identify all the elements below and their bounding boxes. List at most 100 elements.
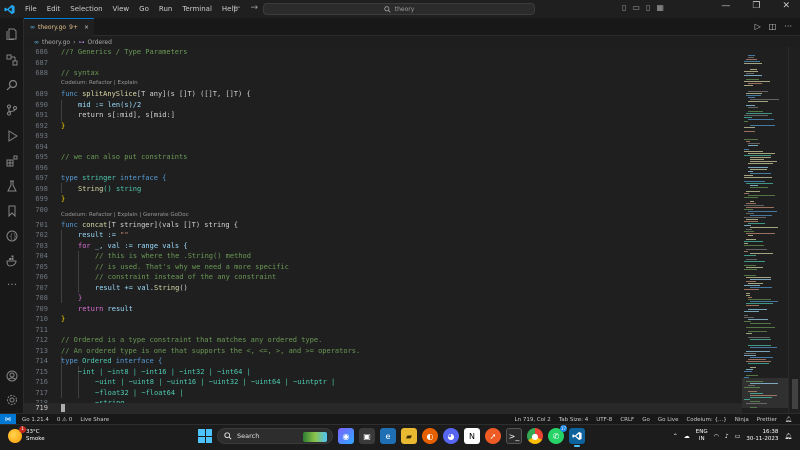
close-tab-icon[interactable]: × [84, 24, 89, 31]
postman-icon[interactable]: ➚ [485, 428, 501, 444]
status-go-live[interactable]: Go Live [658, 417, 679, 423]
status-prettier[interactable]: Prettier [757, 417, 777, 423]
status-bar: ⋈ Go 1.21.4 0 ⚠ 0 Live Share Ln 719, Col… [0, 413, 800, 425]
vertical-scrollbar[interactable] [788, 47, 800, 413]
minimap-line [748, 283, 763, 284]
minimap-line [744, 241, 763, 242]
taskbar-search[interactable]: Search [217, 428, 333, 444]
menu-terminal[interactable]: Terminal [177, 5, 217, 13]
forward-arrow-icon[interactable]: → [251, 3, 259, 13]
explorer-icon[interactable] [4, 26, 20, 42]
status-cursor-position[interactable]: Ln 719, Col 2 [515, 417, 551, 423]
toggle-panel-icon[interactable]: ▭ [632, 3, 640, 12]
status-go-version[interactable]: Go 1.21.4 [22, 417, 49, 423]
status-eol[interactable]: CRLF [620, 417, 634, 423]
wifi-icon[interactable]: ◠ [714, 433, 719, 440]
minimap-line [744, 85, 753, 86]
menu-run[interactable]: Run [154, 5, 177, 13]
windows-start-icon[interactable] [198, 429, 212, 443]
edge-icon[interactable]: e [380, 428, 396, 444]
source-control-icon[interactable] [4, 102, 20, 118]
run-debug-icon[interactable] [4, 128, 20, 144]
weather-widget[interactable]: 1 33°C Smoke [8, 426, 45, 443]
more-actions-icon[interactable]: ··· [784, 22, 792, 31]
menu-selection[interactable]: Selection [65, 5, 107, 13]
notifications-bell-icon[interactable]: 🔔︎ [785, 417, 792, 423]
show-hidden-icons-icon[interactable]: ⌃ [673, 433, 678, 440]
minimap-line [750, 395, 777, 396]
minimap-line [744, 205, 764, 206]
code-line: 691 return s[:mid], s[mid:] [35, 111, 175, 119]
minimap-line [744, 149, 749, 150]
account-icon[interactable] [4, 368, 20, 384]
whatsapp-icon[interactable]: ✆ 17 [548, 425, 567, 444]
cloud-icon[interactable]: ☁ [684, 433, 690, 440]
extensions-remote-icon[interactable] [4, 52, 20, 68]
close-icon[interactable]: ✕ [782, 1, 790, 11]
docker-icon[interactable] [4, 253, 20, 269]
breadcrumb-file[interactable]: theory.go [42, 39, 70, 46]
extensions-icon[interactable] [4, 153, 20, 169]
discord-icon[interactable]: ◕ [443, 428, 459, 444]
codelens[interactable]: Codeium: Refactor | Explain | Generate G… [24, 211, 742, 220]
status-codeium[interactable]: Codeium: {...} [686, 417, 726, 423]
code-editor[interactable]: 686//? Generics / Type Parameters 687 68… [24, 47, 742, 413]
svg-text:{}: {} [9, 234, 17, 241]
codeium-icon[interactable]: {} [4, 228, 20, 244]
search-icon[interactable] [4, 77, 20, 93]
notion-icon[interactable]: N [464, 428, 480, 444]
tab-theory-go[interactable]: ∞ theory.go 9+ × [24, 18, 94, 36]
minimap-line [750, 169, 767, 170]
menu-go[interactable]: Go [134, 5, 154, 13]
codelens[interactable]: Codeium: Refactor | Explain [24, 79, 742, 88]
vscode-taskbar-icon[interactable] [569, 428, 585, 447]
menu-file[interactable]: File [20, 5, 42, 13]
chrome-icon[interactable]: ● [527, 428, 543, 444]
volume-icon[interactable]: ♪ [725, 433, 729, 440]
toggle-secondary-sidebar-icon[interactable]: ▯ [646, 3, 650, 12]
status-encoding[interactable]: UTF-8 [596, 417, 612, 423]
problem-count-badge: 9+ [69, 24, 78, 31]
clock[interactable]: 16:38 30-11-2023 [746, 429, 778, 443]
code-line: 712// Ordered is a type constraint that … [35, 336, 323, 344]
task-view-icon[interactable]: ▣ [359, 428, 375, 444]
run-file-icon[interactable]: ▷ [755, 22, 761, 31]
minimap-line [744, 251, 748, 252]
battery-icon[interactable]: ▭ [735, 433, 741, 440]
bookmark-icon[interactable] [4, 203, 20, 219]
minimap[interactable] [742, 47, 788, 413]
toggle-sidebar-icon[interactable]: ▯ [622, 3, 626, 12]
status-tab-size[interactable]: Tab Size: 4 [559, 417, 588, 423]
restore-icon[interactable]: ❐ [752, 1, 760, 11]
copilot-icon[interactable]: ◉ [338, 428, 354, 444]
minimap-line [748, 299, 771, 300]
split-editor-icon[interactable]: ◫ [769, 22, 777, 31]
file-explorer-icon[interactable]: ▰ [401, 428, 417, 444]
minimap-line [746, 403, 767, 404]
notification-center-icon[interactable]: 🔔︎ [784, 433, 792, 440]
minimize-icon[interactable]: — [721, 1, 730, 11]
customize-layout-icon[interactable]: ▦ [656, 3, 664, 12]
language-indicator[interactable]: ENG IN [696, 429, 708, 443]
firefox-icon[interactable]: ◐ [422, 428, 438, 444]
testing-flask-icon[interactable] [4, 178, 20, 194]
scrollbar-thumb[interactable] [792, 379, 798, 409]
menu-edit[interactable]: Edit [42, 5, 66, 13]
status-ninja[interactable]: Ninja [735, 417, 749, 423]
settings-gear-icon[interactable] [4, 392, 20, 408]
status-problems[interactable]: 0 ⚠ 0 [57, 417, 72, 423]
status-live-share[interactable]: Live Share [80, 417, 109, 423]
minimap-line [744, 193, 749, 194]
more-icon[interactable]: ··· [4, 276, 20, 292]
minimap-line [748, 359, 766, 360]
menu-view[interactable]: View [108, 5, 135, 13]
command-center-search[interactable]: theory [263, 3, 535, 15]
breadcrumb-symbol[interactable]: Ordered [87, 39, 111, 46]
current-code-line[interactable]: 719 [24, 403, 742, 413]
weather-badge: 1 [19, 426, 26, 433]
back-arrow-icon[interactable]: ← [233, 3, 241, 13]
minimap-line [746, 351, 770, 352]
status-language[interactable]: Go [642, 417, 650, 423]
search-highlight-image [303, 432, 327, 442]
terminal-icon[interactable]: >_ [506, 428, 522, 444]
